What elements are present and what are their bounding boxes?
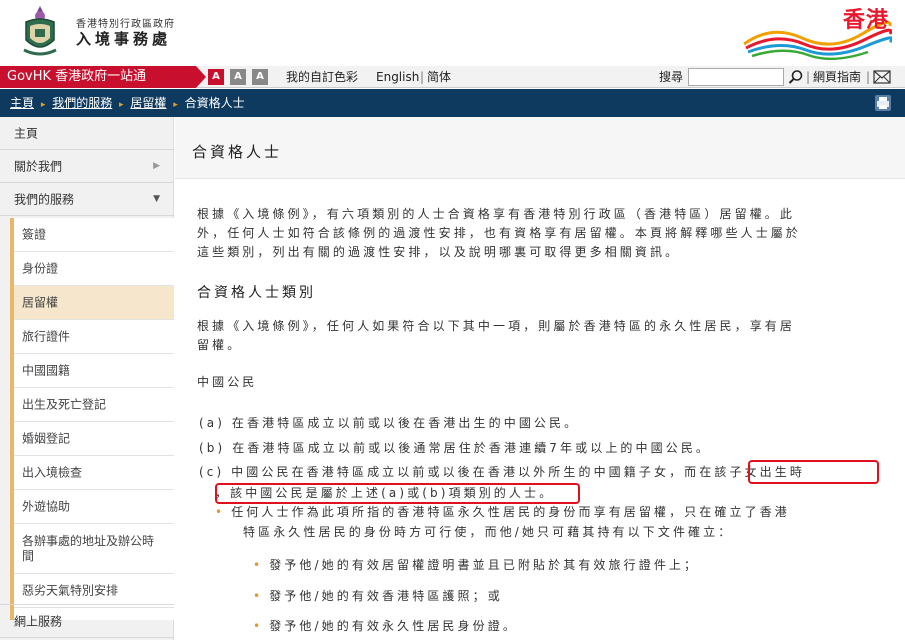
mail-icon[interactable] <box>873 70 891 84</box>
sidebar-item-label: 關於我們 <box>14 159 63 174</box>
site-guide-link[interactable]: 網頁指南 <box>813 66 861 88</box>
sidebar-item-marriage[interactable]: 婚姻登記 <box>14 422 174 456</box>
breadcrumb: 主頁 ▸ 我們的服務 ▸ 居留權 ▸ 合資格人士 <box>0 89 905 117</box>
sidebar-item-online-services[interactable]: 網上服務 <box>0 604 174 638</box>
sidebar-item-label: 各辦事處的地址及辦公時間 <box>22 533 155 563</box>
services-submenu: 簽證 身份證 居留權 旅行證件 中國國籍 出生及死亡登記 婚姻登記 出入境檢查 … <box>10 218 174 620</box>
print-icon[interactable] <box>875 95 891 111</box>
sidebar-item-immigration-control[interactable]: 出入境檢查 <box>14 456 174 490</box>
sidebar-item-label: 出生及死亡登記 <box>22 397 107 411</box>
sidebar-item-home[interactable]: 主頁 <box>0 117 174 150</box>
mail-separator: | <box>866 70 871 84</box>
sidebar-item-offices[interactable]: 各辦事處的地址及辦公時間 <box>14 524 174 574</box>
search-input[interactable] <box>688 68 784 86</box>
bullet-icon: • <box>215 505 226 519</box>
search-label: 搜尋 <box>659 70 684 84</box>
font-size-medium-button[interactable]: A <box>230 69 246 85</box>
doc-item: • 發予他/她的有效香港特區護照；或 <box>253 586 503 606</box>
breadcrumb-abode[interactable]: 居留權 <box>130 96 166 110</box>
highlight-box <box>215 483 580 504</box>
sidebar-item-label: 我們的服務 <box>14 192 75 207</box>
intro-line: 外，任何人士如符合該條例的過渡性安排，也有資格享有居留權。本頁將解釋哪些人士屬於 <box>197 226 802 240</box>
sidebar-item-label: 簽證 <box>22 227 47 241</box>
sidebar-item-label: 婚姻登記 <box>22 431 71 445</box>
guide-separator: | <box>806 70 811 84</box>
sidebar: 主頁 關於我們 ▶ 我們的服務 ▼ 簽證 身份證 居留權 旅行證件 中國國籍 出… <box>0 117 174 640</box>
lang-separator: | <box>420 70 425 84</box>
sidebar-item-label: 外遊協助 <box>22 499 71 513</box>
simplified-chinese-link[interactable]: 简体 <box>427 66 451 88</box>
english-link[interactable]: English <box>376 66 419 88</box>
immigration-emblem-icon[interactable] <box>18 4 62 58</box>
sidebar-item-bad-weather[interactable]: 惡劣天氣特別安排 <box>14 574 174 608</box>
dept-name[interactable]: 入境事務處 <box>76 28 171 49</box>
breadcrumb-arrow-icon: ▸ <box>40 100 46 110</box>
breadcrumb-arrow-icon: ▸ <box>173 100 178 110</box>
font-size-small-button[interactable]: A <box>208 69 224 85</box>
breadcrumb-current: 合資格人士 <box>184 96 245 110</box>
list-item-a: (a) 在香港特區成立以前或以後在香港出生的中國公民。 <box>199 416 580 430</box>
doc-text: 發予他/她的有效永久性居民身份證。 <box>269 619 518 633</box>
section-line: 留權。 <box>197 338 243 352</box>
govhk-link[interactable]: GovHK 香港政府一站通 <box>0 66 206 88</box>
section-title: 合資格人士類別 <box>197 285 316 301</box>
sidebar-item-label: 網上服務 <box>14 614 63 629</box>
sidebar-item-label: 旅行證件 <box>22 329 71 343</box>
chevron-right-icon: ▶ <box>153 161 160 171</box>
doc-text: 發予他/她的有效居留權證明書並且已附貼於其有效旅行證件上； <box>269 558 700 572</box>
note-line: 特區永久性居民的身份時方可行使，而他/她只可藉其持有以下文件確立： <box>243 525 734 539</box>
sidebar-item-birth-death[interactable]: 出生及死亡登記 <box>14 388 174 422</box>
list-item-b: (b) 在香港特區成立以前或以後通常居住於香港連續7年或以上的中國公民。 <box>199 441 712 455</box>
sidebar-item-label: 中國國籍 <box>22 363 71 377</box>
custom-color-link[interactable]: 我的自訂色彩 <box>286 66 358 88</box>
sidebar-item-label: 惡劣天氣特別安排 <box>22 583 119 597</box>
site-header: 香港特別行政區政府 入境事務處 香港 <box>0 0 905 66</box>
sub-title: 中國公民 <box>197 375 258 389</box>
intro-line: 根據《入境條例》，有六項類別的人士合資格享有香港特別行政區（香港特區）居留權。此 <box>197 207 796 221</box>
bullet-icon: • <box>253 619 264 633</box>
page-title: 合資格人士 <box>192 143 283 161</box>
sidebar-item-label: 出入境檢查 <box>22 465 83 479</box>
sidebar-item-about[interactable]: 關於我們 ▶ <box>0 150 174 183</box>
doc-text: 發予他/她的有效香港特區護照；或 <box>269 589 503 603</box>
brand-hongkong-text: 香港 <box>842 8 889 33</box>
sidebar-item-assistance[interactable]: 外遊協助 <box>14 490 174 524</box>
sidebar-item-id-card[interactable]: 身份證 <box>14 252 174 286</box>
bullet-icon: • <box>253 558 264 572</box>
font-size-controls: A A A <box>208 69 268 85</box>
font-size-large-button[interactable]: A <box>252 69 268 85</box>
doc-item: • 發予他/她的有效永久性居民身份證。 <box>253 616 518 636</box>
breadcrumb-services[interactable]: 我們的服務 <box>52 96 112 110</box>
chevron-down-icon: ▼ <box>153 194 160 204</box>
breadcrumb-arrow-icon: ▸ <box>119 100 124 110</box>
sidebar-item-visa[interactable]: 簽證 <box>14 218 174 252</box>
sidebar-item-travel-documents[interactable]: 旅行證件 <box>14 320 174 354</box>
section-line: 根據《入境條例》，任何人如果符合以下其中一項，則屬於香港特區的永久性居民，享有居 <box>197 319 796 333</box>
main-content: 合資格人士 根據《入境條例》，有六項類別的人士合資格享有香港特別行政區（香港特區… <box>175 117 905 640</box>
sidebar-item-right-of-abode[interactable]: 居留權 <box>14 286 174 320</box>
highlight-box <box>748 460 879 484</box>
intro-line: 這些類別，列出有關的過渡性安排，以及說明哪裏可取得更多相關資訊。 <box>197 245 681 259</box>
top-nav-bar: GovHK 香港政府一站通 A A A 我的自訂色彩 English | 简体 … <box>0 66 905 88</box>
breadcrumb-home[interactable]: 主頁 <box>10 96 34 110</box>
sidebar-item-chinese-nationality[interactable]: 中國國籍 <box>14 354 174 388</box>
doc-item: • 發予他/她的有效居留權證明書並且已附貼於其有效旅行證件上； <box>253 555 699 575</box>
search-icon[interactable] <box>787 68 805 86</box>
note-text: 任何人士作為此項所指的香港特區永久性居民的身份而享有居留權，只在確立了香港 <box>231 505 790 519</box>
note-line: • 任何人士作為此項所指的香港特區永久性居民的身份而享有居留權，只在確立了香港 <box>215 502 885 522</box>
sidebar-item-label: 主頁 <box>14 126 39 141</box>
sidebar-item-label: 居留權 <box>22 295 59 309</box>
sidebar-item-services[interactable]: 我們的服務 ▼ <box>0 183 174 216</box>
bullet-icon: • <box>253 589 264 603</box>
title-band: 合資格人士 <box>175 117 905 179</box>
sidebar-item-label: 身份證 <box>22 261 59 275</box>
